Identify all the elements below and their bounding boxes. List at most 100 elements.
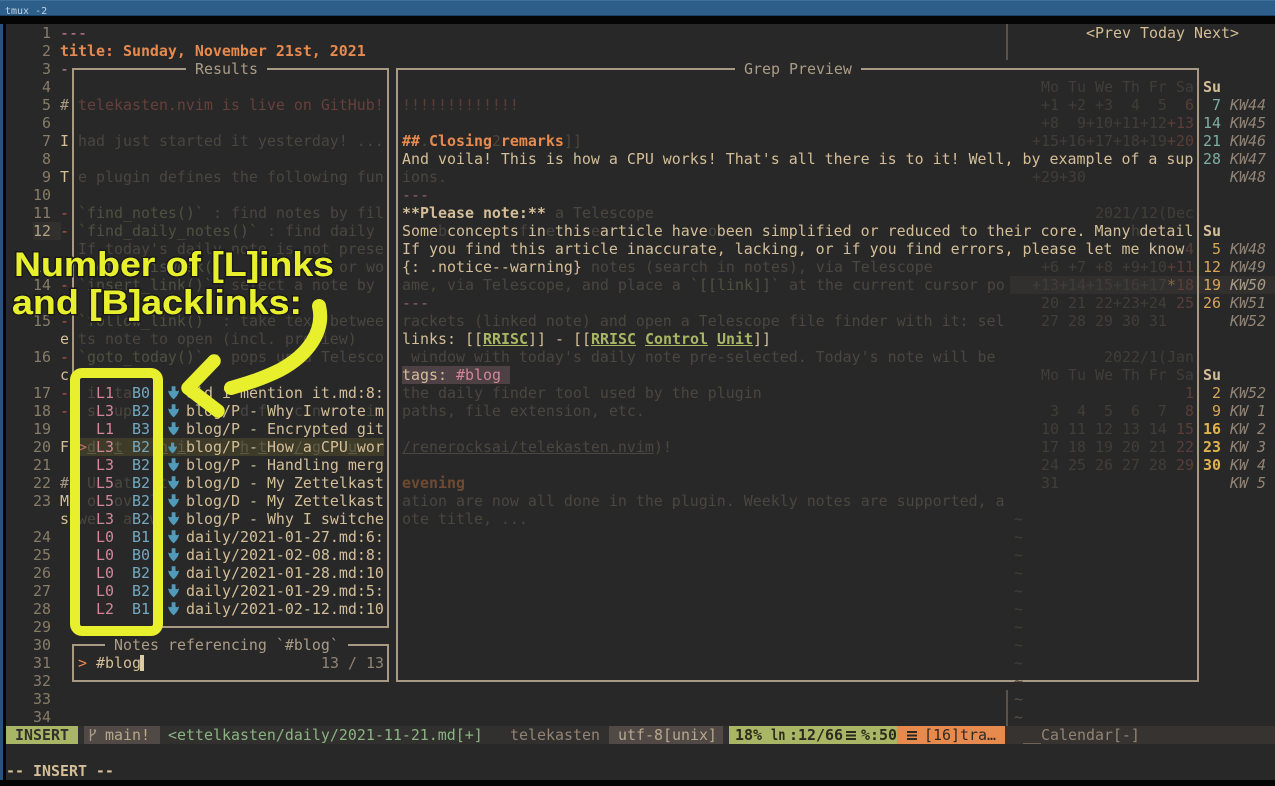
- result-entry-name[interactable]: daily/2021-02-12.md:10: [186, 600, 384, 618]
- prompt-caret: >: [78, 654, 87, 672]
- result-entry-name[interactable]: blog/P - Why I wrote m: [186, 402, 384, 420]
- text-run: 1: [42, 24, 51, 42]
- markdown-file-icon: [168, 404, 179, 418]
- links-count[interactable]: L3: [96, 402, 114, 420]
- preview-window-border-right: [1197, 68, 1199, 682]
- statusline-progress: 18%: [735, 726, 762, 744]
- text-run: n: [312, 402, 321, 420]
- backlinks-count[interactable]: B1: [132, 528, 150, 546]
- text-run: F: [60, 438, 69, 456]
- text-run: [636, 330, 645, 348]
- links-count[interactable]: L0: [96, 582, 114, 600]
- text-run: 21: [1203, 132, 1221, 150]
- result-entry-name[interactable]: blog/P - Encrypted git: [186, 420, 384, 438]
- text-run: b: [438, 222, 447, 240]
- text-run: T: [60, 168, 69, 186]
- backlinks-count[interactable]: B0: [132, 384, 150, 402]
- preview-window-border-left: [396, 68, 398, 680]
- statusline-filename: <ettelkasten/daily/2021-11-21.md[+]: [168, 726, 483, 744]
- text-run: ~: [1014, 564, 1023, 582]
- statusline-branch: main!: [105, 726, 150, 744]
- results-window-title: Results: [186, 60, 267, 78]
- text-run: **Please note:**: [402, 204, 546, 222]
- links-count[interactable]: L0: [96, 546, 114, 564]
- text-run: : pops up a Telesco: [204, 348, 384, 366]
- links-count[interactable]: L5: [96, 492, 114, 510]
- backlinks-count[interactable]: B0: [132, 546, 150, 564]
- backlinks-count[interactable]: B2: [132, 582, 150, 600]
- text-run: 20 21 22+23+24: [1032, 294, 1167, 312]
- result-entry-name[interactable]: daily/2021-01-29.md:5:: [186, 582, 384, 600]
- text-run: KW46: [1230, 132, 1266, 150]
- text-run: we: [78, 510, 96, 528]
- backlinks-count[interactable]: B2: [132, 510, 150, 528]
- backlinks-count[interactable]: B2: [132, 438, 150, 456]
- text-run: 14: [1203, 114, 1221, 132]
- links-count[interactable]: L2: [96, 600, 114, 618]
- text-run: #blog: [456, 366, 501, 384]
- result-entry-name[interactable]: blog/D - My Zettelkast: [186, 474, 384, 492]
- text-run: f: [258, 402, 267, 420]
- text-run: had just started it yesterday! ...: [78, 132, 384, 150]
- text-run: I: [60, 132, 69, 150]
- links-count[interactable]: L5: [96, 474, 114, 492]
- result-entry-name[interactable]: daily/2021-01-28.md:10: [186, 564, 384, 582]
- result-entry-name[interactable]: blog/D - My Zettelkast: [186, 492, 384, 510]
- text-run: `[[link]]`: [690, 276, 780, 294]
- links-count[interactable]: L0: [96, 528, 114, 546]
- markdown-file-icon: [168, 386, 179, 400]
- text-run: /: [294, 438, 303, 456]
- backlinks-count[interactable]: B2: [132, 402, 150, 420]
- links-count[interactable]: L0: [96, 564, 114, 582]
- prompt-window-border-bottom: [72, 680, 389, 682]
- text-run: -: [60, 60, 69, 78]
- links-count[interactable]: L3: [96, 438, 114, 456]
- text-run: 15: [33, 312, 51, 330]
- result-entry-name[interactable]: did i mention it.md:8:: [186, 384, 384, 402]
- markdown-file-icon: [168, 440, 179, 454]
- backlinks-count[interactable]: B2: [132, 456, 150, 474]
- text-run: : find daily: [258, 222, 384, 240]
- result-entry-name[interactable]: daily/2021-01-27.md:6:: [186, 528, 384, 546]
- result-entry-name[interactable]: blog/P - Why I switche: [186, 510, 384, 528]
- markdown-file-icon: [168, 458, 179, 472]
- links-count[interactable]: L3: [96, 456, 114, 474]
- text-run: Su: [1203, 78, 1221, 96]
- backlinks-count[interactable]: B2: [132, 492, 150, 510]
- text-run: 13: [33, 258, 51, 276]
- text-run: 26: [1203, 294, 1221, 312]
- result-entry-name[interactable]: daily/2021-02-08.md:8:: [186, 546, 384, 564]
- markdown-file-icon: [168, 566, 179, 580]
- window-separator: [1006, 24, 1008, 60]
- calendar-today-button[interactable]: Today: [1140, 24, 1185, 42]
- calendar-prev-button[interactable]: <Prev: [1086, 24, 1131, 42]
- markdown-file-icon: [168, 494, 179, 508]
- text-run: s: [60, 510, 69, 528]
- text-run: 25: [33, 546, 51, 564]
- text-run: 5: [1212, 240, 1221, 258]
- links-count[interactable]: L3: [96, 510, 114, 528]
- text-run: o: [87, 492, 96, 510]
- text-run: 12: [1203, 258, 1221, 276]
- text-run: d: [240, 402, 249, 420]
- backlinks-count[interactable]: B2: [132, 564, 150, 582]
- calendar-next-button[interactable]: Next>: [1194, 24, 1239, 42]
- text-run: KW 2: [1230, 420, 1266, 438]
- text-run: 15: [1176, 420, 1194, 438]
- text-run: 25: [1167, 294, 1194, 312]
- text-run: 30: [1203, 456, 1221, 474]
- text-run: 2: [42, 42, 51, 60]
- result-entry-name[interactable]: blog/P - Handling merg: [186, 456, 384, 474]
- links-count[interactable]: L1: [96, 384, 114, 402]
- text-run: t: [114, 438, 123, 456]
- text-run: -: [60, 348, 69, 366]
- text-run: 17 18 19 20 21: [1032, 438, 1167, 456]
- links-count[interactable]: L1: [96, 420, 114, 438]
- backlinks-count[interactable]: B3: [132, 420, 150, 438]
- backlinks-count[interactable]: B1: [132, 600, 150, 618]
- text-run: KW 4: [1230, 456, 1266, 474]
- backlinks-count[interactable]: B2: [132, 474, 150, 492]
- prompt-query[interactable]: #blog: [96, 654, 141, 672]
- statusline-location: :12/66: [789, 726, 843, 744]
- text-run: 18: [1176, 276, 1194, 294]
